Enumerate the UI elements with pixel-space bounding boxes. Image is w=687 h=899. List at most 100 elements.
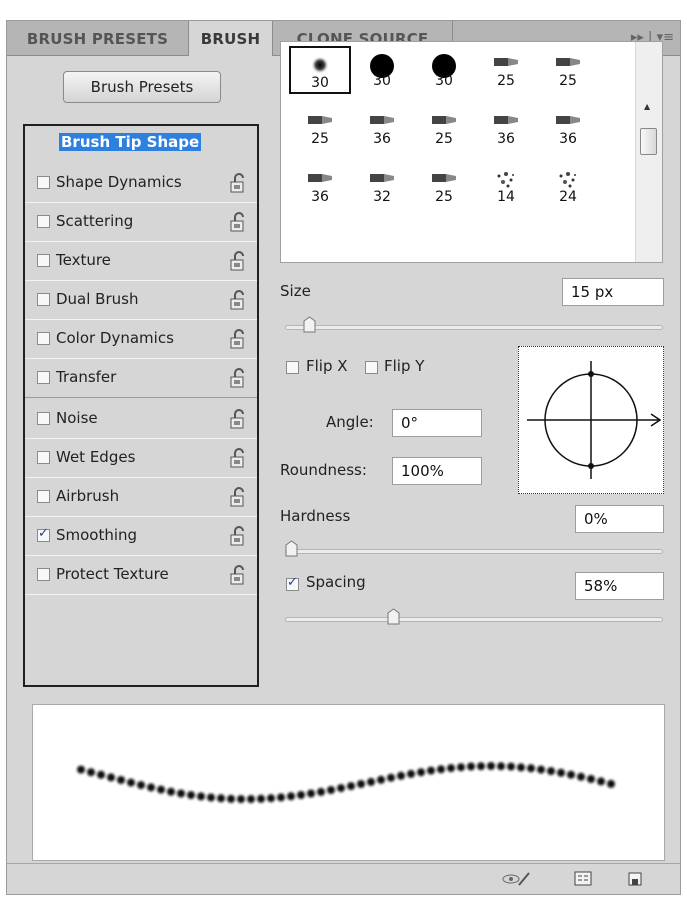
brush-size-label: 36 [497, 131, 515, 147]
brush-stroke-preview [32, 704, 665, 861]
brush-preset-cell[interactable]: 25 [413, 162, 475, 210]
option-checkbox[interactable] [37, 215, 50, 228]
lock-icon[interactable] [230, 212, 246, 232]
roundness-field[interactable]: 100% [392, 457, 482, 485]
flip-y-label: Flip Y [384, 357, 425, 375]
scroll-up-icon[interactable]: ▲ [644, 102, 650, 111]
roundness-label: Roundness: [280, 461, 367, 479]
option-checkbox[interactable] [37, 371, 50, 384]
stroke-preview-image [77, 762, 615, 804]
brush-preset-cell[interactable]: 36 [289, 162, 351, 210]
brush-preset-grid: ▲ ▼ 30 30 30 25 25 25 36 25 36 36 36 32 25 14 24 [280, 41, 663, 263]
option-label: Airbrush [56, 487, 120, 505]
brush-size-label: 36 [373, 131, 391, 147]
flat-angle-brush-icon [367, 170, 397, 190]
angle-circle-icon [527, 361, 662, 479]
brush-preset-cell[interactable]: 36 [537, 104, 599, 152]
brush-preset-cell[interactable]: 25 [413, 104, 475, 152]
lock-icon[interactable] [230, 487, 246, 507]
option-checkbox[interactable] [37, 490, 50, 503]
toggle-live-tip-preview-icon[interactable] [501, 870, 531, 888]
hardness-slider[interactable] [285, 549, 663, 554]
option-shape-dynamics[interactable]: Shape Dynamics [25, 164, 257, 203]
brush-preset-cell[interactable]: 36 [351, 104, 413, 152]
size-slider[interactable] [285, 325, 663, 330]
brush-preset-cell[interactable]: 30 [413, 46, 475, 94]
create-new-brush-icon[interactable] [626, 870, 644, 888]
lock-icon[interactable] [230, 448, 246, 468]
spacing-field[interactable]: 58% [575, 572, 664, 600]
brush-preset-cell[interactable]: 30 [351, 46, 413, 94]
lock-icon[interactable] [230, 368, 246, 388]
brush-preset-cell[interactable]: 14 [475, 162, 537, 210]
option-transfer[interactable]: Transfer [25, 359, 257, 398]
brush-preset-cell[interactable]: 25 [289, 104, 351, 152]
brush-size-label: 30 [311, 75, 329, 91]
option-checkbox[interactable] [37, 451, 50, 464]
lock-icon[interactable] [230, 173, 246, 193]
scroll-thumb[interactable] [640, 128, 657, 155]
size-slider-knob[interactable] [303, 316, 316, 333]
spacing-checkbox[interactable] [286, 575, 299, 591]
option-scattering[interactable]: Scattering [25, 203, 257, 242]
flat-bristle-brush-icon [553, 112, 583, 132]
option-label: Brush Tip Shape [59, 133, 202, 151]
brush-size-label: 25 [559, 73, 577, 89]
fan-brush-icon [429, 112, 459, 132]
option-smoothing[interactable]: Smoothing [25, 517, 257, 556]
option-checkbox[interactable] [37, 176, 50, 189]
option-checkbox[interactable] [37, 526, 50, 542]
pencil-tip-brush-icon [491, 54, 521, 74]
brush-preset-cell[interactable]: 36 [475, 104, 537, 152]
option-airbrush[interactable]: Airbrush [25, 478, 257, 517]
flip-x-checkbox[interactable] [286, 361, 299, 374]
lock-icon[interactable] [230, 329, 246, 349]
lock-icon[interactable] [230, 526, 246, 546]
option-noise[interactable]: Noise [25, 400, 257, 439]
option-checkbox[interactable] [37, 332, 50, 345]
spacing-label: Spacing [306, 573, 366, 591]
option-checkbox[interactable] [37, 254, 50, 267]
option-checkbox[interactable] [37, 568, 50, 581]
option-wet-edges[interactable]: Wet Edges [25, 439, 257, 478]
tab-brush-presets[interactable]: BRUSH PRESETS [7, 21, 189, 55]
size-field[interactable]: 15 px [562, 278, 664, 306]
brush-preset-cell[interactable]: 25 [537, 46, 599, 94]
option-label: Smoothing [56, 526, 138, 544]
brush-preset-cell[interactable]: 32 [351, 162, 413, 210]
option-dual-brush[interactable]: Dual Brush [25, 281, 257, 320]
option-color-dynamics[interactable]: Color Dynamics [25, 320, 257, 359]
option-checkbox[interactable] [37, 293, 50, 306]
brush-size-label: 30 [373, 73, 391, 89]
option-protect-texture[interactable]: Protect Texture [25, 556, 257, 595]
preset-scrollbar[interactable]: ▲ ▼ [635, 42, 662, 262]
brush-preset-cell[interactable]: 25 [475, 46, 537, 94]
brush-size-label: 25 [311, 131, 329, 147]
brush-presets-button[interactable]: Brush Presets [63, 71, 221, 103]
flip-x-label: Flip X [306, 357, 348, 375]
option-label: Noise [56, 409, 98, 427]
hardness-slider-knob[interactable] [285, 540, 298, 557]
option-separator [25, 397, 257, 398]
tab-brush[interactable]: BRUSH [189, 21, 273, 56]
lock-icon[interactable] [230, 565, 246, 585]
spacing-slider-knob[interactable] [387, 608, 400, 625]
option-texture[interactable]: Texture [25, 242, 257, 281]
lock-icon[interactable] [230, 251, 246, 271]
angle-field[interactable]: 0° [392, 409, 482, 437]
option-label: Shape Dynamics [56, 173, 182, 191]
size-label: Size [280, 282, 311, 300]
option-brush-tip-shape[interactable]: Brush Tip Shape [25, 128, 257, 160]
option-checkbox[interactable] [37, 412, 50, 425]
angled-brush-icon [491, 112, 521, 132]
flip-y-checkbox[interactable] [365, 361, 378, 374]
lock-icon[interactable] [230, 409, 246, 429]
wide-flat-brush-icon [429, 170, 459, 190]
angle-roundness-widget[interactable] [518, 346, 664, 494]
brush-preset-cell[interactable]: 24 [537, 162, 599, 210]
brush-preset-cell[interactable]: 30 [289, 46, 351, 94]
open-preset-manager-icon[interactable] [573, 870, 593, 888]
hardness-field[interactable]: 0% [575, 505, 664, 533]
spacing-slider[interactable] [285, 617, 663, 622]
lock-icon[interactable] [230, 290, 246, 310]
